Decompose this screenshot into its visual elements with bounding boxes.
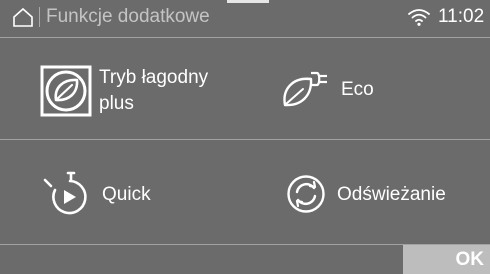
ok-button-label: OK	[455, 249, 485, 270]
option-refresh-label: Odświeżanie	[337, 184, 446, 205]
option-gentle-plus[interactable]: Tryb łagodny plus	[0, 38, 245, 138]
header-divider	[39, 7, 40, 27]
gentle-leaf-icon	[40, 65, 92, 117]
ok-button[interactable]: OK	[403, 245, 490, 274]
option-gentle-plus-label-line2: plus	[99, 93, 134, 114]
option-quick[interactable]: Quick	[0, 140, 245, 240]
home-icon[interactable]	[12, 6, 34, 28]
wifi-icon	[408, 9, 430, 26]
option-quick-label: Quick	[102, 184, 151, 205]
clock: 11:02	[438, 6, 485, 27]
option-eco-label: Eco	[341, 79, 374, 100]
pull-down-tab[interactable]	[227, 0, 269, 3]
washer-display: Funkcje dodatkowe 11:02 Tryb łagodny plu…	[0, 0, 490, 274]
eco-leaf-plug-icon	[283, 71, 327, 107]
status-bar: Funkcje dodatkowe 11:02	[0, 0, 490, 36]
page-title: Funkcje dodatkowe	[46, 6, 210, 27]
option-refresh[interactable]: Odświeżanie	[245, 140, 490, 240]
option-eco[interactable]: Eco	[245, 38, 490, 138]
refresh-icon	[287, 175, 325, 213]
option-gentle-plus-label-line1: Tryb łagodny	[99, 67, 209, 88]
stopwatch-icon	[43, 171, 87, 215]
